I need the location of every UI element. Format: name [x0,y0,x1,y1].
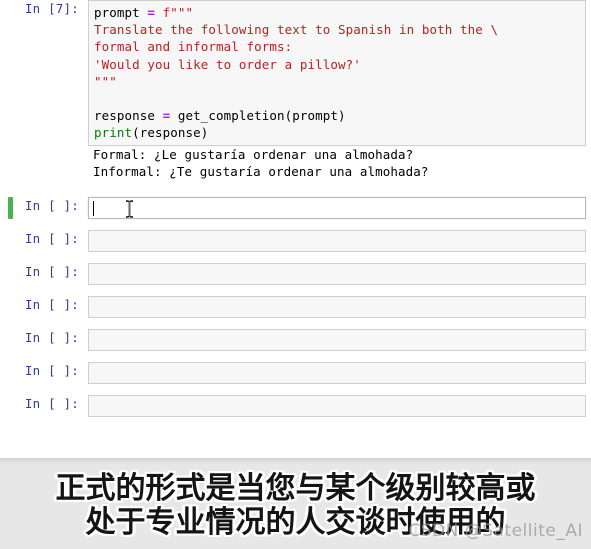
code-line: response = get_completion(prompt) [94,107,585,124]
cell-prompt-label: In [ ]: [24,263,79,279]
text-caret [93,200,94,216]
code-token: """ [94,73,117,89]
code-line: """ [94,73,585,90]
notebook-cell-active[interactable]: In [ ]: [0,196,591,219]
notebook-cell-executed[interactable]: In [7]: prompt = f""" Translate the follo… [0,0,591,146]
code-input-active[interactable] [88,196,586,219]
subtitle-line-1: 正式的形式是当您与某个级别较高或 [55,471,536,506]
code-token: Translate the following text to Spanish … [94,22,499,38]
code-token: prompt [94,5,148,20]
output-line: Informal: ¿Te gustaría ordenar una almoh… [93,164,429,180]
cell-prompt-label-active: In [ ]: [24,197,79,213]
cell-prompt-label: In [ ]: [24,329,79,345]
code-token: f""" [155,5,194,20]
code-line: print(response) [94,124,585,141]
notebook-panel: In [7]: prompt = f""" Translate the follo… [0,0,591,458]
output-line: Formal: ¿Le gustaría ordenar una almohad… [93,146,414,162]
code-line: prompt = f""" [94,4,585,21]
code-token: 'Would you like to order a pillow?' [94,56,361,72]
notebook-cell-empty[interactable]: In [ ]: [0,262,591,285]
notebook-cell-empty[interactable]: In [ ]: [0,328,591,351]
notebook-cell-empty[interactable]: In [ ]: [0,361,591,384]
code-line: Translate the following text to Spanish … [94,21,585,38]
code-token: formal and informal forms: [94,39,293,55]
output-stream-text: Formal: ¿Le gustaría ordenar una almohad… [88,146,591,181]
subtitle-line-2: 处于专业情况的人交谈时使用的 [85,505,506,540]
notebook-cell-empty[interactable]: In [ ]: [0,229,591,252]
code-line: 'Would you like to order a pillow?' [94,56,585,73]
ibeam-cursor-icon [125,199,134,218]
code-token: response [94,108,163,124]
code-input[interactable] [88,361,586,384]
notebook-cell-empty[interactable]: In [ ]: [0,394,591,417]
empty-cells-list: In [ ]: In [ ]: In [ ]: In [ ]: In [ ]: In [ … [0,219,591,417]
code-input[interactable] [88,262,586,285]
subtitle-overlay: 正式的形式是当您与某个级别较高或 处于专业情况的人交谈时使用的 CSDN @Sa… [0,458,591,549]
cell-selected-indicator [8,196,13,219]
cell-output: Formal: ¿Le gustaría ordenar una almohad… [0,146,591,181]
code-token: get_completion(prompt) [170,108,346,124]
code-token: = [147,5,156,20]
code-input[interactable] [88,295,586,318]
cell-prompt-label: In [ ]: [24,395,79,411]
cell-prompt-label: In [7]: [24,1,79,16]
code-token: print [94,125,133,141]
cell-prompt-label: In [ ]: [24,362,79,378]
cell-prompt-label: In [ ]: [24,230,79,246]
code-token: (response) [132,125,209,141]
code-input[interactable] [88,328,586,351]
code-editor[interactable]: prompt = f""" Translate the following tex… [88,0,586,146]
code-line: formal and informal forms: [94,38,585,55]
code-source: prompt = f""" Translate the following tex… [94,4,585,142]
cell-prompt-label: In [ ]: [24,296,79,312]
code-input[interactable] [88,394,586,417]
notebook-cell-empty[interactable]: In [ ]: [0,295,591,318]
code-input[interactable] [88,229,586,252]
